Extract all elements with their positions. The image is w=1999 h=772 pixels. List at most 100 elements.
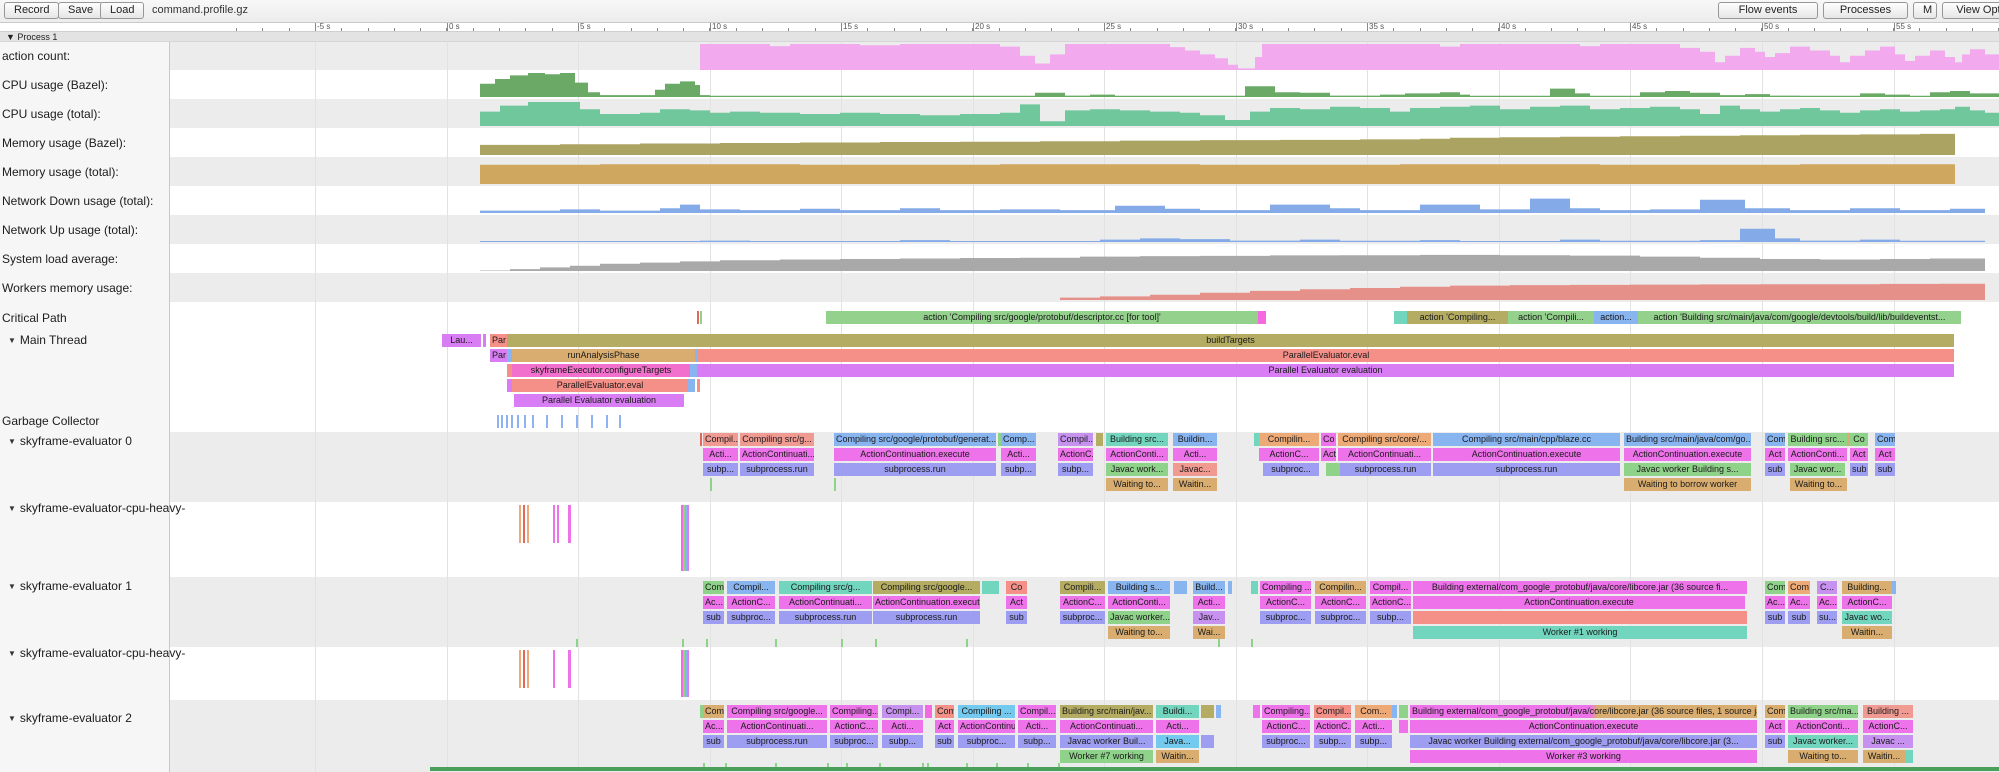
trace-event-bar[interactable]: Waitin... xyxy=(1863,750,1905,763)
trace-event-bar[interactable]: Ac... xyxy=(703,596,724,609)
trace-event-bar[interactable] xyxy=(506,415,508,428)
trace-event-bar[interactable] xyxy=(1413,611,1747,624)
trace-event-bar[interactable]: Wai... xyxy=(1193,626,1225,639)
trace-event-bar[interactable]: ActionC... xyxy=(1262,720,1310,733)
trace-event-bar[interactable]: Buildin... xyxy=(1173,433,1217,446)
trace-event-bar[interactable] xyxy=(1096,433,1103,446)
trace-event-bar[interactable]: Waitin... xyxy=(1173,478,1217,491)
trace-event-bar[interactable] xyxy=(1201,735,1214,748)
trace-event-bar[interactable]: Worker #1 working xyxy=(1413,626,1747,639)
trace-event-bar[interactable]: subp... xyxy=(882,735,923,748)
trace-event-bar[interactable]: Building src... xyxy=(1788,433,1847,446)
sidebar-item-skyframe-evaluator-cpu-heavy[interactable]: ▼skyframe-evaluator-cpu-heavy- xyxy=(8,501,185,515)
metadata-button[interactable]: M xyxy=(1913,2,1937,19)
caret-icon[interactable]: ▼ xyxy=(8,336,16,345)
trace-event-bar[interactable] xyxy=(841,639,843,647)
trace-event-bar[interactable]: Compiling src/main/cpp/blaze.cc xyxy=(1433,433,1620,446)
caret-icon[interactable]: ▼ xyxy=(8,504,16,513)
trace-event-bar[interactable]: Waitin... xyxy=(1156,750,1199,763)
trace-event-bar[interactable]: ActionC... xyxy=(727,596,775,609)
trace-event-bar[interactable]: Jav... xyxy=(1193,611,1225,624)
trace-event-bar[interactable] xyxy=(1892,581,1896,594)
trace-event-bar[interactable]: Building src/main/jav... xyxy=(1060,705,1153,718)
trace-event-bar[interactable] xyxy=(553,505,555,543)
trace-event-bar[interactable]: ActionC... xyxy=(830,720,878,733)
trace-event-bar[interactable] xyxy=(527,650,529,688)
trace-event-bar[interactable]: ActionContinuation.execute xyxy=(1624,448,1751,461)
system-load-average-chart[interactable] xyxy=(0,247,1999,271)
trace-event-bar[interactable] xyxy=(697,379,700,392)
trace-event-bar[interactable] xyxy=(875,639,877,647)
trace-event-bar[interactable]: ActionConti... xyxy=(1106,448,1168,461)
trace-event-bar[interactable]: C... xyxy=(1817,581,1837,594)
trace-event-bar[interactable] xyxy=(497,415,499,428)
trace-event-bar[interactable]: sub xyxy=(1875,463,1895,476)
trace-event-bar[interactable] xyxy=(557,505,559,543)
trace-event-bar[interactable]: Building external/com_google_protobuf/ja… xyxy=(1413,581,1747,594)
trace-event-bar[interactable]: skyframeExecutor.configureTargets xyxy=(512,364,690,377)
trace-event-bar[interactable]: Building s... xyxy=(1108,581,1170,594)
trace-event-bar[interactable]: Act xyxy=(1765,720,1785,733)
trace-event-bar[interactable]: Act xyxy=(1875,448,1895,461)
trace-event-bar[interactable]: Ac... xyxy=(703,720,724,733)
trace-event-bar[interactable]: Acti... xyxy=(882,720,923,733)
trace-event-bar[interactable] xyxy=(688,379,695,392)
trace-event-bar[interactable]: Com xyxy=(1788,581,1810,594)
trace-event-bar[interactable]: Waiting to... xyxy=(1790,478,1847,491)
trace-event-bar[interactable]: Waitin... xyxy=(1842,626,1892,639)
trace-event-bar[interactable]: ActionC... xyxy=(1260,596,1311,609)
caret-icon[interactable]: ▼ xyxy=(8,582,16,591)
trace-event-bar[interactable]: Building... xyxy=(1842,581,1892,594)
trace-event-bar[interactable]: Parallel Evaluator evaluation xyxy=(697,364,1954,377)
trace-event-bar[interactable]: subp... xyxy=(1370,611,1411,624)
trace-event-bar[interactable]: ActionContinuati... xyxy=(1338,448,1431,461)
trace-event-bar[interactable]: Compiling... xyxy=(1262,705,1310,718)
trace-event-bar[interactable]: ActionC... xyxy=(1315,596,1366,609)
trace-event-bar[interactable]: subproc... xyxy=(727,611,775,624)
trace-event-bar[interactable]: ActionContinuati... xyxy=(740,448,814,461)
trace-event-bar[interactable]: Build... xyxy=(1193,581,1225,594)
trace-event-bar[interactable]: Lau... xyxy=(442,334,481,347)
trace-event-bar[interactable] xyxy=(619,415,621,428)
trace-event-bar[interactable]: Par xyxy=(490,349,507,362)
trace-event-bar[interactable]: Worker #3 working xyxy=(1410,750,1757,763)
trace-event-bar[interactable]: subprocess.run xyxy=(873,611,980,624)
trace-event-bar[interactable]: Javac worker... xyxy=(1788,735,1858,748)
trace-event-bar[interactable]: subprocess.run xyxy=(779,611,872,624)
trace-event-bar[interactable] xyxy=(706,639,708,647)
trace-event-bar[interactable]: ActionC... xyxy=(1370,596,1411,609)
trace-event-bar[interactable]: subp... xyxy=(1355,735,1392,748)
trace-event-bar[interactable] xyxy=(483,334,486,347)
trace-event-bar[interactable]: Javac worker Building s... xyxy=(1624,463,1751,476)
trace-event-bar[interactable] xyxy=(576,415,578,428)
trace-event-bar[interactable]: Acti... xyxy=(1018,720,1056,733)
trace-event-bar[interactable]: Acti... xyxy=(1193,596,1225,609)
trace-event-bar[interactable]: subproc... xyxy=(830,735,878,748)
trace-event-bar[interactable]: subp... xyxy=(1058,463,1093,476)
trace-event-bar[interactable]: Building src/ma... xyxy=(1788,705,1858,718)
trace-event-bar[interactable]: sub xyxy=(1788,611,1810,624)
trace-event-bar[interactable]: Com xyxy=(1765,433,1785,446)
trace-event-bar[interactable]: Parallel Evaluator evaluation xyxy=(514,394,684,407)
record-button[interactable]: Record xyxy=(4,2,59,19)
trace-event-bar[interactable]: Co xyxy=(1850,433,1868,446)
trace-event-bar[interactable] xyxy=(568,650,571,688)
trace-event-bar[interactable]: subprocess.run xyxy=(1433,463,1620,476)
trace-event-bar[interactable] xyxy=(591,415,593,428)
trace-event-bar[interactable]: Javac wor... xyxy=(1790,463,1845,476)
trace-event-bar[interactable]: subproc... xyxy=(1263,463,1319,476)
trace-event-bar[interactable] xyxy=(1251,581,1258,594)
trace-event-bar[interactable]: Compil... xyxy=(1058,433,1093,446)
trace-event-bar[interactable]: Acti... xyxy=(1173,448,1217,461)
timeline-ruler[interactable]: -5 s0 s5 s10 s15 s20 s25 s30 s35 s40 s45… xyxy=(170,22,1999,31)
trace-event-bar[interactable]: Javac work... xyxy=(1106,463,1168,476)
trace-event-bar[interactable]: subproc... xyxy=(1315,611,1366,624)
trace-event-bar[interactable]: Building ... xyxy=(1863,705,1913,718)
trace-event-bar[interactable]: Act xyxy=(1006,596,1027,609)
trace-event-bar[interactable]: Com xyxy=(1765,705,1785,718)
trace-event-bar[interactable] xyxy=(1394,311,1407,324)
trace-event-bar[interactable]: Compil... xyxy=(703,433,738,446)
trace-event-bar[interactable]: Buildi... xyxy=(1156,705,1199,718)
trace-event-bar[interactable] xyxy=(1251,639,1253,647)
trace-event-bar[interactable]: Com xyxy=(703,705,724,718)
